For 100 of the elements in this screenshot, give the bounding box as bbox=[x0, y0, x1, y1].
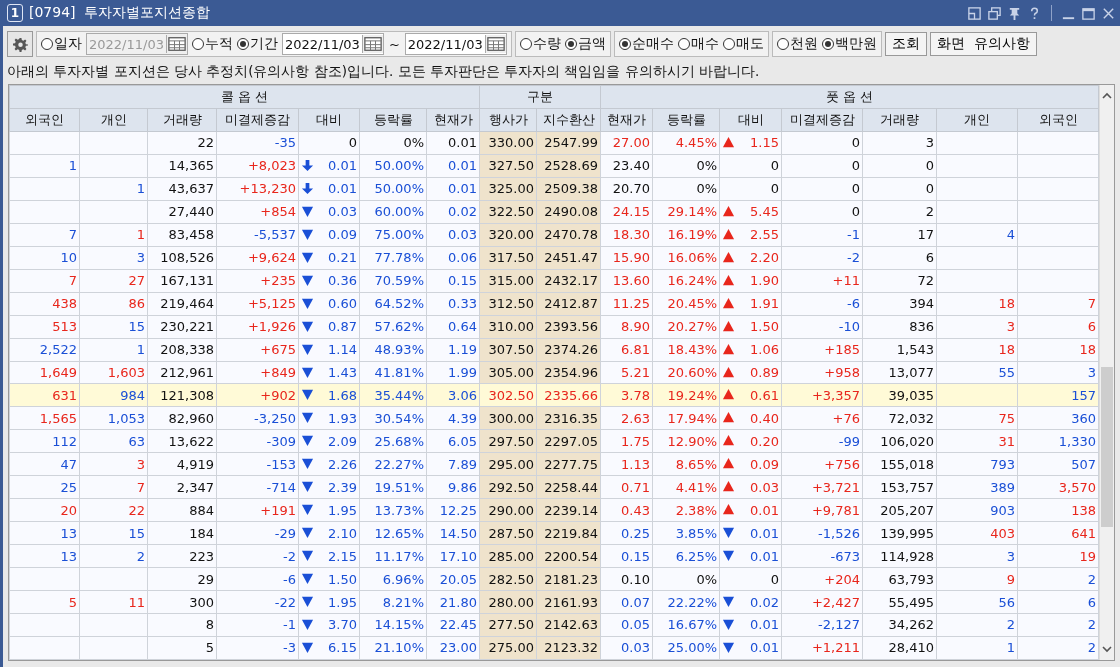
triangle-down-icon bbox=[301, 296, 314, 310]
triangle-up-icon bbox=[722, 342, 736, 356]
radio-option[interactable]: 순매수 bbox=[618, 35, 674, 53]
table-cell: 2.10 bbox=[328, 525, 357, 541]
triangle-up-icon bbox=[722, 296, 736, 310]
maximize-icon[interactable] bbox=[1081, 5, 1096, 21]
table-cell: 47 bbox=[9, 452, 80, 476]
triangle-down-icon bbox=[301, 618, 314, 631]
table-cell: 0.20 bbox=[750, 433, 780, 449]
triangle-up-icon bbox=[722, 457, 736, 471]
table-cell: 0.01 bbox=[750, 525, 780, 541]
date-field[interactable]: 2022/11/03 bbox=[404, 33, 507, 55]
table-cell: 1.93 bbox=[328, 410, 357, 426]
toolbar-button[interactable]: 화면 유의사항 bbox=[929, 32, 1037, 56]
table-cell: 0.01 bbox=[750, 640, 780, 656]
table-cell: 0.09 bbox=[750, 456, 780, 472]
date-field[interactable]: 2022/11/03 bbox=[281, 33, 384, 55]
column-header[interactable]: 외국인 bbox=[9, 108, 80, 132]
triangle-down-icon bbox=[301, 342, 314, 356]
triangle-up-icon bbox=[722, 250, 736, 264]
radio-option[interactable]: 매수 bbox=[677, 35, 719, 53]
table-cell: 25 bbox=[9, 475, 80, 499]
radio-option[interactable]: 백만원 bbox=[821, 35, 877, 53]
triangle-up-icon bbox=[722, 273, 736, 287]
triangle-down-icon bbox=[301, 388, 314, 402]
window-number-badge: 1 bbox=[7, 4, 23, 22]
radio-option[interactable]: 금액 bbox=[564, 35, 606, 53]
pin-icon[interactable] bbox=[1007, 5, 1022, 21]
table-cell: 2.20 bbox=[750, 250, 780, 266]
notice-text: 아래의 투자자별 포지션은 당사 추정치(유의사항 참조)입니다. 모든 투자판단은 투자자의 책임임을 유의하시기 바랍니다. bbox=[6, 62, 761, 81]
table-cell: 0.36 bbox=[328, 273, 357, 289]
table-cell: 7 bbox=[9, 223, 80, 247]
column-group-header: 풋 옵 션 bbox=[600, 85, 1099, 109]
triangle-up-icon bbox=[722, 480, 736, 494]
table-cell: 1.91 bbox=[750, 296, 780, 312]
table-cell: 5.45 bbox=[750, 204, 780, 220]
settings-icon bbox=[12, 36, 28, 52]
calendar-icon[interactable] bbox=[361, 35, 383, 53]
dock-icon[interactable] bbox=[967, 5, 982, 21]
calendar-icon[interactable] bbox=[484, 35, 506, 53]
table-cell: 2,522 bbox=[9, 338, 80, 362]
table-cell: 1.95 bbox=[328, 502, 357, 518]
table-cell: 6.15 bbox=[328, 640, 357, 656]
table-cell: 5 bbox=[9, 590, 80, 614]
triangle-up-icon bbox=[722, 227, 736, 241]
settings-button[interactable] bbox=[7, 31, 33, 57]
table-cell: 1.68 bbox=[328, 387, 357, 403]
table-cell: 1.95 bbox=[328, 594, 357, 610]
table-cell: 2.09 bbox=[328, 433, 357, 449]
scrollbar[interactable] bbox=[1099, 85, 1114, 660]
scroll-down-icon[interactable] bbox=[1101, 644, 1114, 654]
window-title: [0794] 투자자별포지션종합 bbox=[29, 4, 211, 22]
triangle-down-icon bbox=[722, 640, 736, 654]
table-cell: 1.43 bbox=[328, 365, 357, 380]
table-cell: 2.26 bbox=[328, 456, 357, 472]
radio-option[interactable]: 매도 bbox=[722, 35, 764, 53]
table-cell: 0.09 bbox=[328, 227, 357, 243]
table-cell: 0.02 bbox=[750, 594, 780, 610]
table-cell: 0.89 bbox=[750, 365, 780, 380]
triangle-down-icon bbox=[301, 204, 314, 218]
toolbar-button[interactable]: 조회 bbox=[884, 32, 927, 56]
down-arrow-icon bbox=[301, 158, 314, 172]
table-cell: 1.90 bbox=[750, 273, 780, 289]
table-cell: 1,649 bbox=[9, 361, 80, 384]
triangle-up-icon bbox=[722, 411, 736, 425]
scrollbar-thumb[interactable] bbox=[1101, 367, 1114, 527]
triangle-down-icon bbox=[301, 572, 314, 586]
table-cell: 513 bbox=[9, 315, 80, 339]
triangle-down-icon bbox=[301, 365, 314, 379]
triangle-up-icon bbox=[722, 204, 736, 218]
table-cell: 438 bbox=[9, 292, 80, 316]
triangle-up-icon bbox=[722, 503, 736, 517]
range-separator: ~ bbox=[387, 36, 401, 52]
radio-option[interactable]: 누적 bbox=[191, 35, 233, 53]
table-cell: 0.60 bbox=[328, 296, 357, 312]
table-cell: 0.01 bbox=[328, 158, 357, 174]
radio-option[interactable]: 일자 bbox=[41, 35, 82, 53]
radio-option[interactable]: 천원 bbox=[776, 35, 818, 53]
triangle-up-icon bbox=[722, 434, 736, 448]
table-cell: 20 bbox=[9, 498, 80, 522]
scroll-up-icon[interactable] bbox=[1101, 91, 1114, 101]
table-cell: 10 bbox=[9, 246, 80, 270]
table-cell: 13 bbox=[9, 544, 80, 568]
triangle-down-icon bbox=[301, 480, 314, 494]
radio-option[interactable]: 기간 bbox=[236, 35, 278, 53]
triangle-down-icon bbox=[301, 640, 314, 654]
table-cell: 631 bbox=[9, 384, 80, 407]
radio-option[interactable]: 수량 bbox=[519, 35, 561, 53]
table-cell: 1.14 bbox=[328, 342, 357, 358]
triangle-down-icon bbox=[301, 434, 314, 448]
table-cell: 0.01 bbox=[750, 502, 780, 518]
triangle-up-icon bbox=[722, 136, 736, 149]
triangle-down-icon bbox=[301, 273, 314, 287]
windows-icon[interactable] bbox=[987, 5, 1002, 21]
triangle-down-icon bbox=[301, 250, 314, 264]
triangle-down-icon bbox=[722, 526, 736, 540]
table-cell: 1,565 bbox=[9, 406, 80, 430]
down-arrow-icon bbox=[301, 181, 314, 195]
table-cell: 0.87 bbox=[328, 319, 357, 335]
table-cell: 0.03 bbox=[328, 204, 357, 220]
